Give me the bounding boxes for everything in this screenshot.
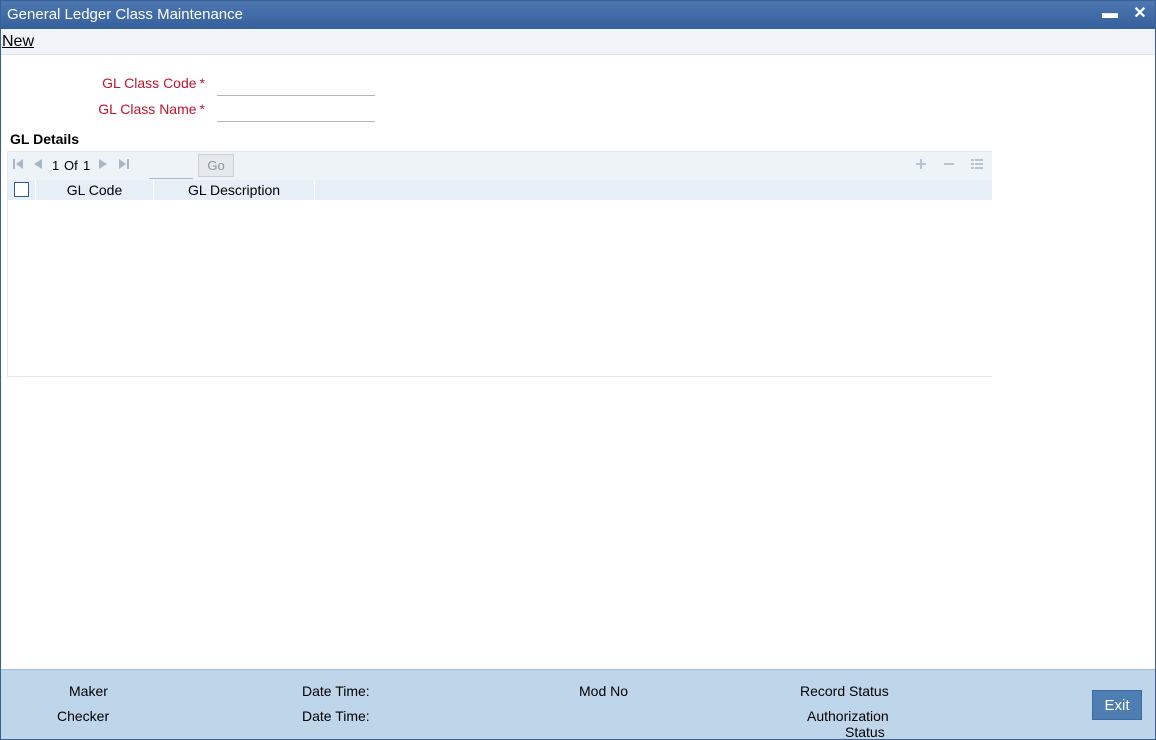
- go-button[interactable]: Go: [198, 154, 234, 177]
- title-bar: General Ledger Class Maintenance ▬ ✕: [1, 1, 1155, 29]
- gl-class-name-label-text: GL Class Name: [98, 101, 197, 117]
- checker-label: Checker: [57, 708, 110, 724]
- mod-no-label: Mod No: [579, 683, 629, 699]
- gl-class-maintenance-window: General Ledger Class Maintenance ▬ ✕ New…: [0, 0, 1156, 740]
- close-icon[interactable]: ✕: [1131, 5, 1149, 23]
- maker-label: Maker: [69, 683, 108, 699]
- column-header-gl-description[interactable]: GL Description: [154, 180, 315, 200]
- prev-page-icon[interactable]: [32, 158, 44, 173]
- authorization-label: Authorization: [807, 708, 889, 724]
- last-page-icon[interactable]: [118, 158, 130, 173]
- gl-class-name-input[interactable]: [217, 101, 375, 122]
- select-all-checkbox[interactable]: [14, 182, 29, 197]
- of-label: Of: [64, 158, 78, 173]
- total-pages: 1: [83, 158, 91, 173]
- page-number-input[interactable]: [149, 156, 193, 179]
- gl-details-title: GL Details: [10, 131, 79, 147]
- checker-date-time-label: Date Time:: [302, 708, 370, 724]
- first-page-icon[interactable]: [12, 158, 24, 173]
- gl-class-name-label: GL Class Name *: [5, 101, 205, 117]
- minimize-icon[interactable]: ▬: [1101, 5, 1119, 23]
- window-title: General Ledger Class Maintenance: [7, 6, 243, 23]
- menu-bar: New: [1, 29, 1155, 55]
- delete-row-icon[interactable]: [942, 156, 956, 176]
- select-all-cell: [8, 180, 36, 200]
- next-page-icon[interactable]: [97, 158, 109, 173]
- add-row-icon[interactable]: [914, 156, 928, 176]
- required-marker: *: [199, 101, 205, 117]
- grid-header: GL Code GL Description: [8, 180, 992, 200]
- grid-toolbar: 1 Of 1 Go: [8, 152, 992, 180]
- new-menu-item[interactable]: New: [2, 33, 34, 51]
- required-marker: *: [199, 75, 205, 91]
- exit-button[interactable]: Exit: [1092, 690, 1142, 720]
- gl-class-code-input[interactable]: [217, 75, 375, 96]
- column-header-gl-code[interactable]: GL Code: [36, 180, 154, 200]
- audit-footer: Maker Checker Date Time: Date Time: Mod …: [1, 669, 1155, 740]
- current-page: 1: [52, 158, 60, 173]
- record-status-label: Record Status: [800, 683, 889, 699]
- maker-date-time-label: Date Time:: [302, 683, 370, 699]
- authorization-status-label: Status: [845, 724, 885, 740]
- gl-class-code-label-text: GL Class Code: [102, 75, 197, 91]
- row-details-icon[interactable]: [970, 156, 984, 176]
- gl-details-grid: 1 Of 1 Go GL Code GL Description: [7, 151, 992, 377]
- gl-class-code-label: GL Class Code *: [5, 75, 205, 91]
